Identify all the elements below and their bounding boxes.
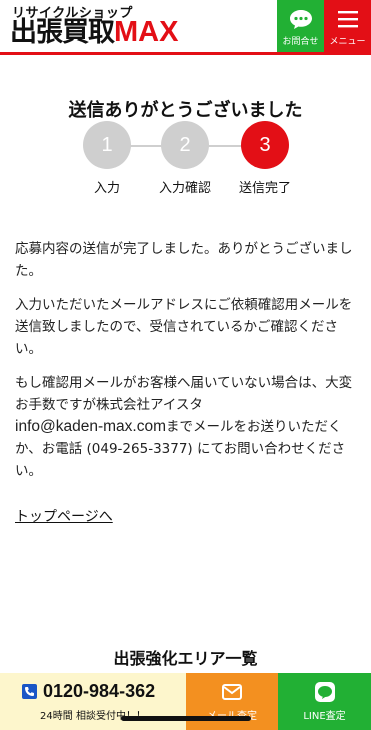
hamburger-menu-icon <box>337 11 358 28</box>
logo-max: MAX <box>114 16 179 48</box>
home-indicator <box>121 716 251 721</box>
line-icon <box>314 682 335 702</box>
menu-button[interactable]: メニュー <box>324 0 371 52</box>
phone-icon <box>22 684 37 699</box>
line-appraisal-button[interactable]: LINE査定 <box>278 673 371 730</box>
contact-label: お問合せ <box>282 37 319 47</box>
step-3-circle: 3 <box>241 121 289 169</box>
site-header: リサイクルショップ 出張買取MAX お問合せ メニュー <box>0 0 371 55</box>
mail-icon <box>222 684 242 700</box>
page-title: 送信ありがとうございました <box>68 100 303 121</box>
confirmation-message: 応募内容の送信が完了しました。ありがとうございました。 入力いただいたメールアド… <box>15 238 357 482</box>
area-list-heading: 出張強化エリア一覧 <box>113 649 258 668</box>
line-appraisal-label: LINE査定 <box>303 711 346 722</box>
phone-call-button[interactable]: 0120-984-362 24時間 相談受付中！！ <box>0 673 186 730</box>
message-email-sent: 入力いただいたメールアドレスにご依頼確認用メールを送信致しましたので、受信されて… <box>15 297 353 357</box>
step-2-label: 入力確認 <box>158 181 211 196</box>
step-3-label: 送信完了 <box>238 181 291 196</box>
logo-title: 出張買取MAX <box>10 16 179 48</box>
step-1-label: 入力 <box>93 181 120 196</box>
contact-button[interactable]: お問合せ <box>277 0 324 52</box>
step-1-circle: 1 <box>83 121 131 169</box>
message-complete: 応募内容の送信が完了しました。ありがとうございました。 <box>15 241 353 279</box>
contact-email[interactable]: info@kaden-max.com <box>15 418 166 435</box>
mail-appraisal-button[interactable]: メール査定 <box>186 673 278 730</box>
step-2-circle: 2 <box>161 121 209 169</box>
phone-number: 0120-984-362 <box>22 681 155 702</box>
chat-bubble-icon <box>289 10 312 29</box>
header-divider <box>0 52 371 55</box>
bottom-action-bar: 0120-984-362 24時間 相談受付中！！ メール査定 LINE査定 <box>0 673 371 730</box>
menu-label: メニュー <box>329 37 366 47</box>
progress-steps: 1 2 3 入力 入力確認 送信完了 <box>0 121 371 201</box>
top-page-link[interactable]: トップページへ <box>15 506 113 526</box>
message-contact: もし確認用メールがお客様へ届いていない場合は、大変お手数ですが株式会社アイスタ i… <box>15 375 353 479</box>
